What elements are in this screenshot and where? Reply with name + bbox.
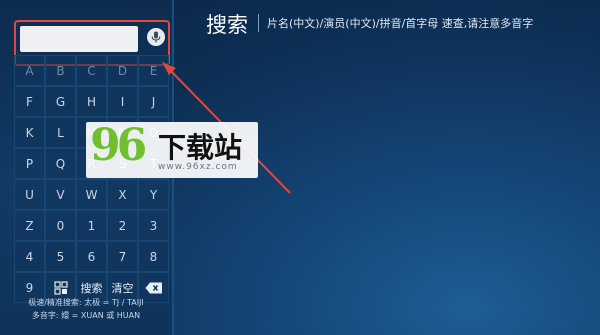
logo-text: 下载站 <box>158 131 243 164</box>
logo-number: 96 <box>90 120 147 171</box>
logo-url: www.96xz.com <box>158 162 238 172</box>
watermark-logo: 96 下载站 www.96xz.com <box>86 120 258 178</box>
